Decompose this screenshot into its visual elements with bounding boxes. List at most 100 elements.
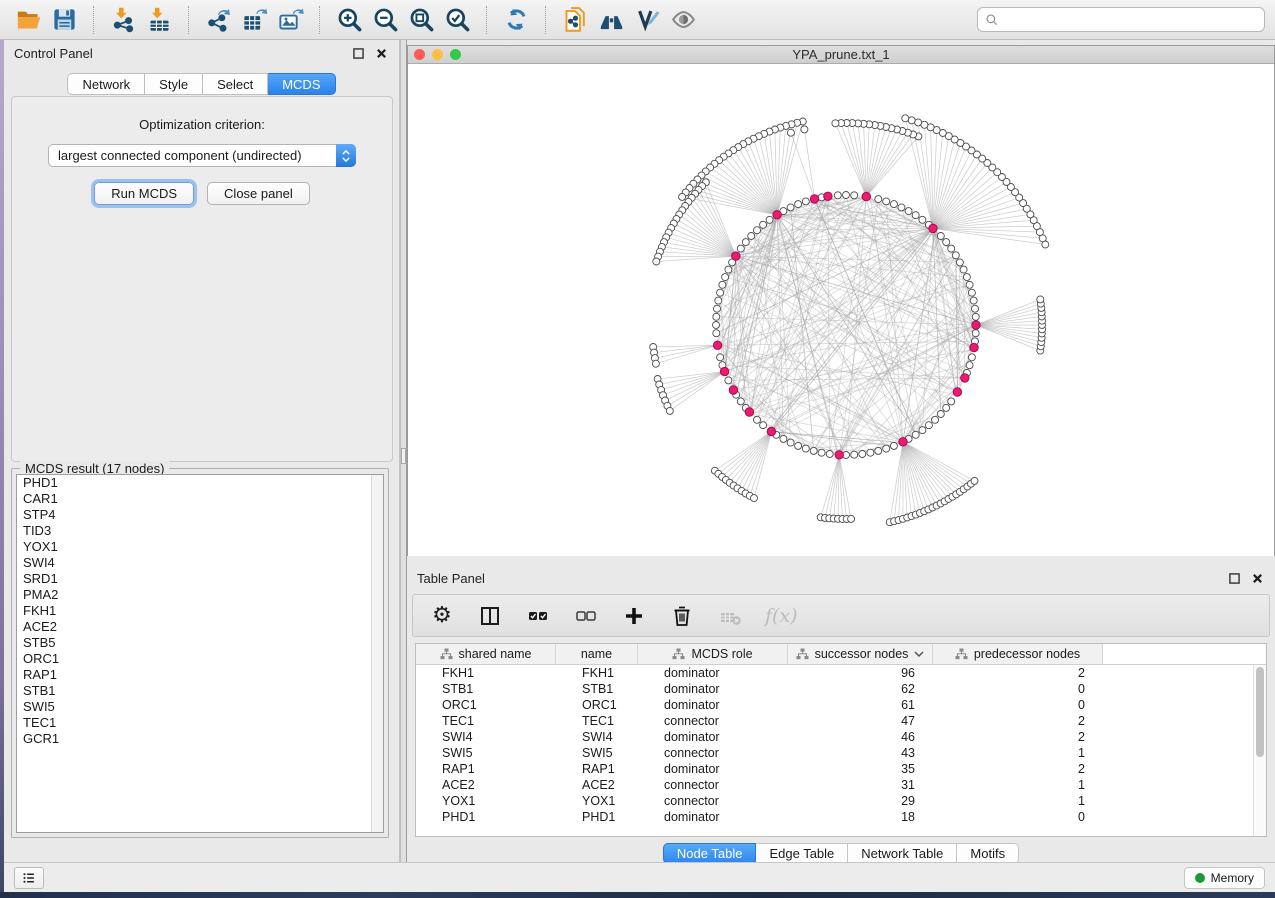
graph-node[interactable] bbox=[972, 313, 979, 320]
column-header-successor-nodes[interactable]: successor nodes bbox=[788, 644, 933, 664]
table-cell[interactable]: 0 bbox=[933, 697, 1103, 713]
table-cell[interactable]: 0 bbox=[933, 809, 1103, 825]
graph-node[interactable] bbox=[859, 451, 866, 458]
graphics-details-button[interactable] bbox=[629, 3, 665, 37]
table-cell[interactable]: FKH1 bbox=[416, 665, 556, 681]
graph-node[interactable] bbox=[666, 407, 673, 414]
deselect-all-button[interactable] bbox=[573, 601, 599, 631]
table-cell[interactable]: 1 bbox=[933, 793, 1103, 809]
graph-node[interactable] bbox=[908, 117, 915, 124]
graph-node[interactable] bbox=[943, 404, 950, 411]
column-header-predecessor-nodes[interactable]: predecessor nodes bbox=[933, 644, 1103, 664]
table-cell[interactable]: TEC1 bbox=[556, 713, 638, 729]
table-cell[interactable]: YOX1 bbox=[556, 793, 638, 809]
graph-node[interactable] bbox=[760, 422, 767, 429]
table-cell[interactable]: dominator bbox=[638, 681, 788, 697]
network-from-selection-button[interactable] bbox=[557, 3, 593, 37]
mcds-list-scrollbar[interactable] bbox=[371, 475, 383, 832]
optimization-criterion-select[interactable]: largest connected component (undirected) bbox=[48, 144, 356, 167]
table-cell[interactable]: ORC1 bbox=[556, 697, 638, 713]
table-row[interactable]: RAP1RAP1dominator352 bbox=[416, 761, 1266, 777]
graph-node[interactable] bbox=[802, 198, 809, 205]
zoom-out-button[interactable] bbox=[367, 3, 403, 37]
table-cell[interactable]: PHD1 bbox=[556, 809, 638, 825]
table-cell[interactable]: 2 bbox=[933, 761, 1103, 777]
table-cell[interactable]: STB1 bbox=[556, 681, 638, 697]
tab-edge-table[interactable]: Edge Table bbox=[756, 843, 848, 864]
vertical-splitter[interactable] bbox=[400, 40, 407, 862]
graph-node[interactable] bbox=[948, 398, 955, 405]
tab-network[interactable]: Network bbox=[67, 73, 145, 95]
table-cell[interactable]: 1 bbox=[933, 745, 1103, 761]
graph-node[interactable] bbox=[801, 126, 808, 133]
table-cell[interactable]: SWI4 bbox=[416, 729, 556, 745]
float-panel-button[interactable] bbox=[350, 46, 366, 62]
graph-hub-node[interactable] bbox=[720, 367, 728, 375]
graph-node[interactable] bbox=[905, 208, 912, 215]
table-cell[interactable]: 47 bbox=[788, 713, 933, 729]
table-row[interactable]: ACE2ACE2connector311 bbox=[416, 777, 1266, 793]
graph-node[interactable] bbox=[715, 297, 722, 304]
graph-node[interactable] bbox=[952, 252, 959, 259]
apply-preferred-layout-button[interactable] bbox=[498, 3, 534, 37]
close-panel-button[interactable] bbox=[373, 46, 389, 62]
tab-mcds[interactable]: MCDS bbox=[268, 73, 335, 95]
graph-node[interactable] bbox=[915, 119, 922, 126]
table-cell[interactable]: 29 bbox=[788, 793, 933, 809]
table-row[interactable]: YOX1YOX1connector291 bbox=[416, 793, 1266, 809]
graph-node[interactable] bbox=[810, 447, 817, 454]
table-row[interactable]: FKH1FKH1dominator962 bbox=[416, 665, 1266, 681]
table-cell[interactable]: 18 bbox=[788, 809, 933, 825]
graph-node[interactable] bbox=[748, 233, 755, 240]
tab-select[interactable]: Select bbox=[203, 73, 268, 95]
table-cell[interactable]: dominator bbox=[638, 729, 788, 745]
table-cell[interactable]: 2 bbox=[933, 713, 1103, 729]
graph-node[interactable] bbox=[725, 377, 732, 384]
graph-node[interactable] bbox=[932, 416, 939, 423]
table-close-panel-button[interactable] bbox=[1249, 571, 1265, 587]
graph-node[interactable] bbox=[937, 411, 944, 418]
graph-hub-node[interactable] bbox=[961, 374, 969, 382]
zoom-in-button[interactable] bbox=[331, 3, 367, 37]
graph-hub-node[interactable] bbox=[713, 341, 721, 349]
graph-node[interactable] bbox=[722, 274, 729, 281]
graph-node[interactable] bbox=[714, 305, 721, 312]
zoom-fit-button[interactable] bbox=[403, 3, 439, 37]
graph-node[interactable] bbox=[760, 221, 767, 228]
table-cell[interactable]: ACE2 bbox=[556, 777, 638, 793]
graph-hub-node[interactable] bbox=[745, 408, 753, 416]
tab-node-table[interactable]: Node Table bbox=[663, 843, 757, 864]
graph-node[interactable] bbox=[963, 274, 970, 281]
graph-hub-node[interactable] bbox=[810, 195, 818, 203]
table-row[interactable]: STB1STB1dominator620 bbox=[416, 681, 1266, 697]
table-scrollbar-thumb[interactable] bbox=[1256, 667, 1264, 757]
graph-node[interactable] bbox=[717, 289, 724, 296]
table-cell[interactable]: 96 bbox=[788, 665, 933, 681]
graph-node[interactable] bbox=[971, 477, 978, 484]
table-cell[interactable]: YOX1 bbox=[416, 793, 556, 809]
columns-button[interactable] bbox=[477, 601, 503, 631]
save-session-button[interactable] bbox=[46, 3, 82, 37]
graph-node[interactable] bbox=[919, 427, 926, 434]
show-hide-graphics-button[interactable] bbox=[665, 3, 701, 37]
binoculars-search-button[interactable] bbox=[593, 3, 629, 37]
graph-node[interactable] bbox=[968, 354, 975, 361]
graph-node[interactable] bbox=[766, 216, 773, 223]
graph-hub-node[interactable] bbox=[824, 192, 832, 200]
graph-node[interactable] bbox=[912, 431, 919, 438]
table-cell[interactable]: RAP1 bbox=[416, 761, 556, 777]
mcds-result-list[interactable]: PHD1CAR1STP4TID3YOX1SWI4SRD1PMA2FKH1ACE2… bbox=[16, 474, 384, 833]
table-cell[interactable]: 43 bbox=[788, 745, 933, 761]
graph-node[interactable] bbox=[875, 447, 882, 454]
graph-node[interactable] bbox=[902, 115, 909, 122]
table-cell[interactable]: 35 bbox=[788, 761, 933, 777]
network-canvas[interactable] bbox=[408, 65, 1274, 556]
graph-node[interactable] bbox=[925, 422, 932, 429]
graph-node[interactable] bbox=[652, 360, 659, 367]
graph-node[interactable] bbox=[754, 416, 761, 423]
table-row[interactable]: PHD1PHD1dominator180 bbox=[416, 809, 1266, 825]
graph-node[interactable] bbox=[966, 362, 973, 369]
graph-node[interactable] bbox=[802, 445, 809, 452]
import-table-button[interactable] bbox=[141, 3, 177, 37]
table-cell[interactable]: 61 bbox=[788, 697, 933, 713]
